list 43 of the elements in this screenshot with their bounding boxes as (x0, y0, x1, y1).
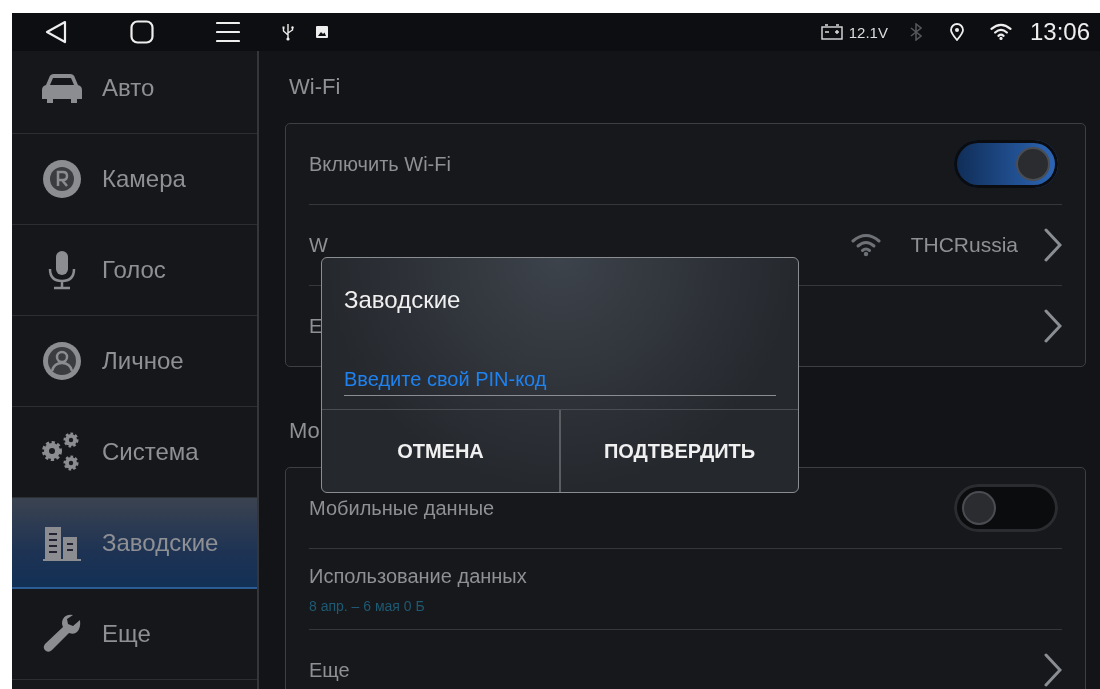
section-title: Мо (289, 418, 320, 444)
dialog-title: Заводские (343, 285, 462, 315)
sidebar-item[interactable]: Авто (12, 51, 257, 134)
bluetooth-icon (909, 23, 922, 41)
sidebar-item[interactable]: Личное (12, 316, 257, 407)
voltage-reading: 12.1V (848, 23, 888, 41)
chevron-right-icon (1044, 228, 1062, 262)
clock-time: 13:06 (1029, 18, 1090, 46)
setting-subtitle: 8 апр. – 6 мая 0 Б (309, 597, 426, 614)
usb-icon (282, 23, 294, 41)
sidebar-item[interactable]: Камера (12, 134, 257, 225)
chevron-right-icon (1044, 309, 1062, 343)
back-button[interactable] (44, 19, 68, 45)
buildings-icon (43, 524, 81, 561)
wifi-icon (989, 23, 1012, 41)
setting-label: Еще (309, 658, 351, 682)
section-title: Wi-Fi (289, 74, 341, 100)
wifi-icon (850, 233, 881, 257)
toggle-switch[interactable] (954, 484, 1058, 532)
cancel-button[interactable]: ОТМЕНА (322, 410, 559, 492)
setting-label: Включить Wi-Fi (309, 152, 452, 176)
sidebar-item[interactable]: Заводские (12, 498, 257, 589)
r-circle-icon (42, 159, 82, 199)
wrench-icon (42, 614, 82, 654)
person-circle-icon (42, 341, 82, 381)
pin-input-field[interactable]: Введите свой PIN-код (344, 368, 776, 396)
setting-label: E (309, 314, 324, 338)
setting-label: Мобильные данные (309, 496, 496, 520)
toggle-switch[interactable] (954, 140, 1058, 188)
sidebar-item[interactable]: Еще (12, 589, 257, 680)
car-icon (41, 72, 83, 104)
menu-button[interactable] (216, 19, 240, 45)
confirm-button[interactable]: ПОДТВЕРДИТЬ (559, 410, 798, 492)
home-button[interactable] (130, 19, 154, 45)
microphone-icon (47, 250, 77, 290)
battery-icon (820, 24, 843, 40)
location-icon (949, 23, 964, 41)
sidebar-item[interactable]: Голос (12, 225, 257, 316)
chevron-right-icon (1044, 653, 1062, 687)
setting-label: W (309, 233, 329, 257)
network-name: THCRussia (910, 233, 1018, 257)
setting-label: Использование данных (309, 564, 528, 588)
image-icon (316, 26, 328, 38)
